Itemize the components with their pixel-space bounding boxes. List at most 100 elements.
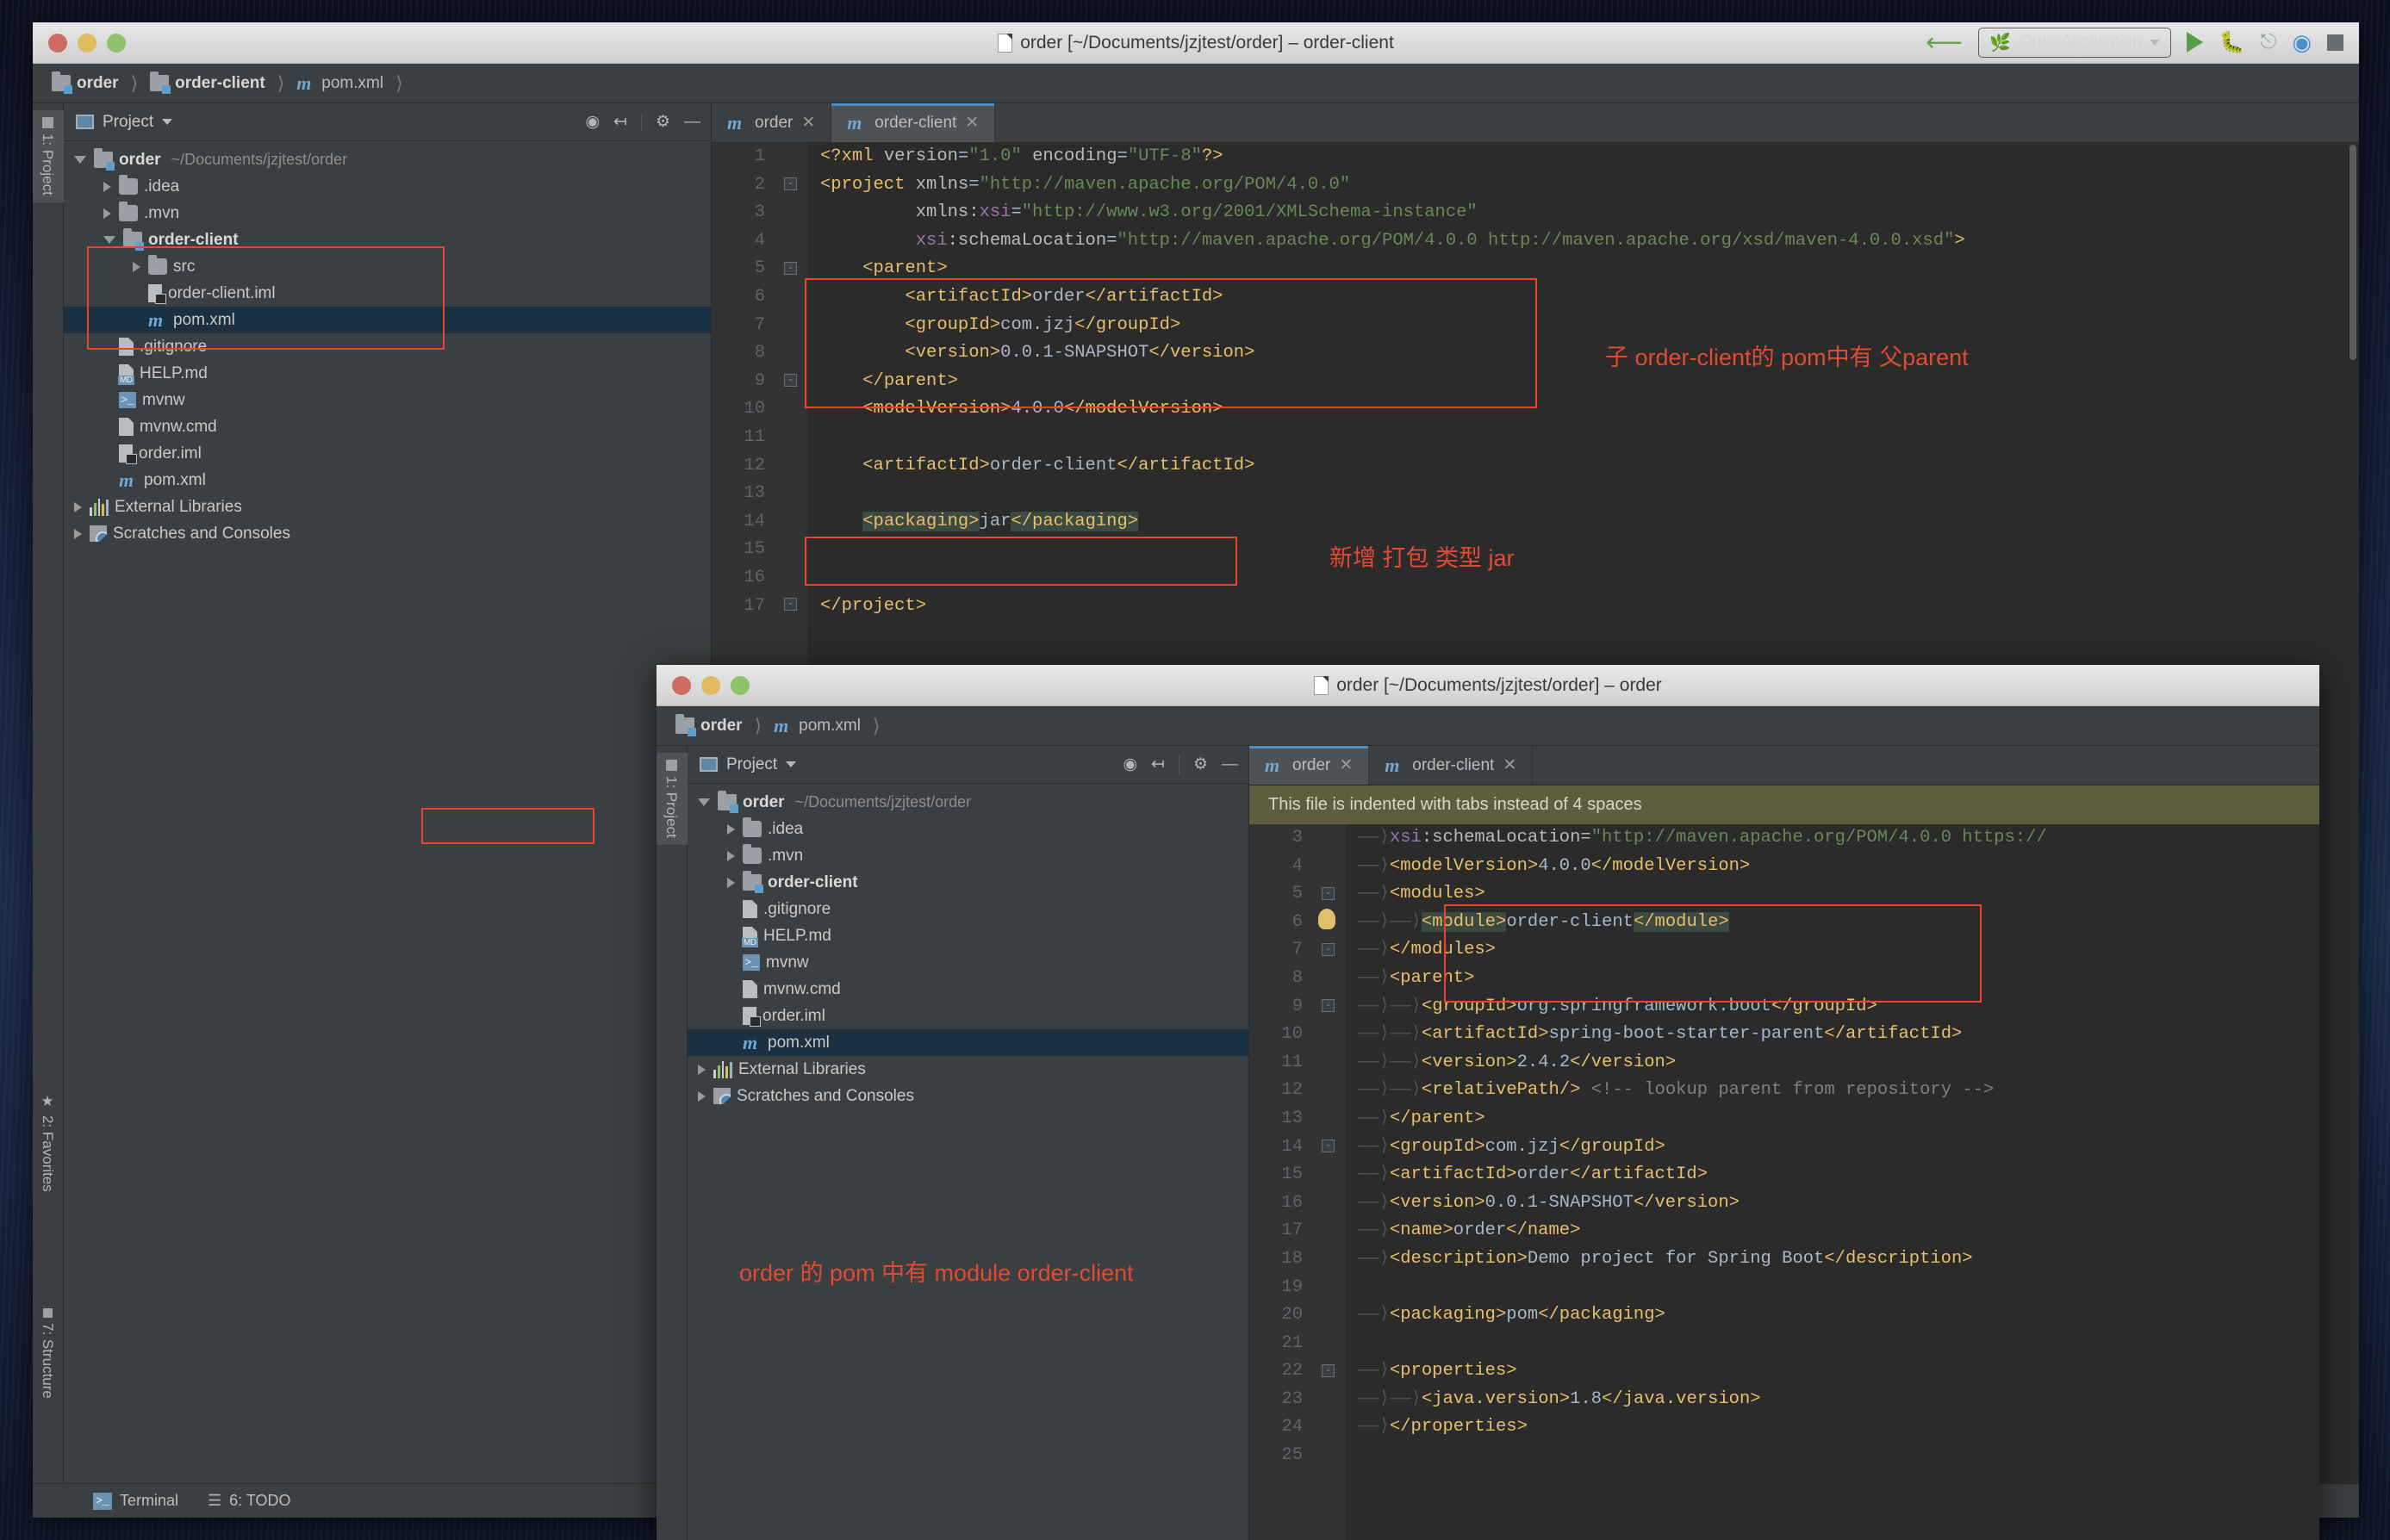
- project-pane-header[interactable]: Project ◉ ↤ ⚙ —: [688, 746, 1248, 784]
- ide-window-order[interactable]: order [~/Documents/jzjtest/order] – orde…: [657, 665, 2319, 1540]
- project-pane-bottom[interactable]: Project ◉ ↤ ⚙ — order ~/Documents/jzjtest…: [688, 746, 1249, 1540]
- run-button[interactable]: [2187, 32, 2204, 53]
- code-line[interactable]: ——⟩<parent>: [1358, 965, 2319, 993]
- editor-tab-order[interactable]: m order ✕: [712, 103, 832, 142]
- breadcrumb-item-pom[interactable]: m pom.xml: [770, 715, 864, 737]
- code-line[interactable]: ——⟩——⟩<relativePath/> <!-- lookup parent…: [1358, 1077, 2319, 1105]
- sidebar-tab-structure[interactable]: 7: Structure: [33, 1301, 64, 1406]
- run-configuration-selector[interactable]: 🌿 OrderApplication: [1978, 27, 2172, 58]
- debug-bug-icon[interactable]: 🐛: [2219, 30, 2244, 55]
- breadcrumb-top[interactable]: order ⟩ order-client ⟩ m pom.xml ⟩ ⟶ 🌿 O…: [33, 27, 2359, 103]
- code-line[interactable]: ——⟩<name>order</name>: [1358, 1217, 2319, 1245]
- hide-panel-icon[interactable]: —: [1222, 756, 1238, 773]
- fold-marker[interactable]: -: [784, 598, 797, 611]
- breadcrumb-item-order[interactable]: order: [672, 714, 746, 737]
- tree-node-pom-xml[interactable]: m pom.xml: [64, 467, 711, 494]
- expand-triangle-icon[interactable]: [698, 798, 710, 806]
- titlebar-bottom[interactable]: order [~/Documents/jzjtest/order] – orde…: [657, 665, 2319, 706]
- project-tree-bottom[interactable]: order ~/Documents/jzjtest/order .idea .mvn o…: [688, 784, 1248, 1540]
- tree-node-pom-xml[interactable]: m pom.xml: [64, 307, 711, 333]
- code-line[interactable]: ——⟩——⟩<java.version>1.8</java.version>: [1358, 1386, 2319, 1414]
- expand-triangle-icon[interactable]: [727, 850, 735, 861]
- tree-node-help-md[interactable]: HELP.md: [64, 360, 711, 387]
- code-line[interactable]: <artifactId>order</artifactId>: [820, 283, 2359, 312]
- code-line[interactable]: xmlns:xsi="http://www.w3.org/2001/XMLSch…: [820, 199, 2359, 227]
- tree-node-scratches-and-consoles[interactable]: Scratches and Consoles: [688, 1083, 1248, 1109]
- status-terminal[interactable]: >_ Terminal: [93, 1492, 178, 1510]
- expand-triangle-icon[interactable]: [727, 823, 735, 835]
- tree-node--gitignore[interactable]: .gitignore: [64, 333, 711, 360]
- main-toolbar[interactable]: ⟶ 🌿 OrderApplication 🐛 ⎋ ◉: [1926, 22, 2343, 62]
- project-tree-top[interactable]: order ~/Documents/jzjtest/order .idea .mvn o…: [64, 141, 711, 1483]
- tree-node-scratches-and-consoles[interactable]: Scratches and Consoles: [64, 520, 711, 547]
- code-line[interactable]: <packaging>jar</packaging>: [820, 508, 2359, 537]
- fold-marker[interactable]: -: [1322, 1139, 1335, 1152]
- editor-scrollbar-top[interactable]: [2347, 143, 2359, 1483]
- tree-node-mvnw[interactable]: >_ mvnw: [64, 387, 711, 413]
- tree-node-src[interactable]: src: [64, 253, 711, 280]
- fold-marker[interactable]: -: [784, 177, 797, 190]
- tree-node-external-libraries[interactable]: External Libraries: [688, 1056, 1248, 1083]
- fold-marker[interactable]: -: [1322, 1364, 1335, 1377]
- expand-triangle-icon[interactable]: [74, 501, 82, 512]
- tree-node-root[interactable]: order ~/Documents/jzjtest/order: [688, 789, 1248, 816]
- code-line[interactable]: ——⟩——⟩<artifactId>spring-boot-starter-pa…: [1358, 1021, 2319, 1049]
- editor-tabbar-bottom[interactable]: m order ✕ m order-client ✕: [1249, 746, 2319, 786]
- breadcrumb-item-order[interactable]: order: [48, 71, 122, 95]
- code-line[interactable]: </project>: [820, 593, 2359, 621]
- code-line[interactable]: xsi:schemaLocation="http://maven.apache.…: [820, 227, 2359, 256]
- code-line[interactable]: <parent>: [820, 255, 2359, 283]
- fold-marker[interactable]: -: [1322, 887, 1335, 900]
- code-line[interactable]: ——⟩<modelVersion>4.0.0</modelVersion>: [1358, 853, 2319, 881]
- expand-triangle-icon[interactable]: [74, 528, 82, 539]
- code-line[interactable]: ——⟩<properties>: [1358, 1357, 2319, 1386]
- code-line[interactable]: ——⟩<version>0.0.1-SNAPSHOT</version>: [1358, 1189, 2319, 1218]
- intention-lightbulb-icon[interactable]: [1318, 909, 1335, 929]
- locate-target-icon[interactable]: ◉: [585, 114, 600, 130]
- expand-triangle-icon[interactable]: [103, 181, 111, 192]
- tree-node-order-iml[interactable]: order.iml: [688, 1003, 1248, 1029]
- tree-node-mvnw-cmd[interactable]: mvnw.cmd: [64, 413, 711, 440]
- editor-tab-order[interactable]: m order ✕: [1249, 746, 1370, 785]
- status-todo[interactable]: ☰ 6: TODO: [208, 1492, 291, 1510]
- tree-node-order-client[interactable]: order-client: [688, 869, 1248, 896]
- code-folding-gutter[interactable]: - - - - -: [1311, 824, 1346, 1540]
- code-line[interactable]: <artifactId>order-client</artifactId>: [820, 452, 2359, 481]
- code-line[interactable]: [820, 536, 2359, 564]
- collapse-all-icon[interactable]: ↤: [613, 114, 627, 130]
- hide-panel-icon[interactable]: —: [684, 114, 700, 130]
- code-line[interactable]: ——⟩xsi:schemaLocation="http://maven.apac…: [1358, 824, 2319, 853]
- fold-marker[interactable]: -: [1322, 999, 1335, 1012]
- collapse-all-icon[interactable]: ↤: [1151, 756, 1165, 773]
- left-tool-strip-bottom[interactable]: 1: Project: [657, 746, 688, 1540]
- code-line[interactable]: [1358, 1442, 2319, 1470]
- gear-icon[interactable]: ⚙: [656, 114, 670, 130]
- tree-node-order-client[interactable]: order-client: [64, 227, 711, 253]
- expand-triangle-icon[interactable]: [727, 877, 735, 888]
- fold-marker[interactable]: -: [1322, 943, 1335, 956]
- close-icon[interactable]: ✕: [1339, 755, 1353, 775]
- code-line[interactable]: [1358, 1274, 2319, 1302]
- expand-triangle-icon[interactable]: [133, 261, 140, 272]
- tree-node-external-libraries[interactable]: External Libraries: [64, 494, 711, 520]
- tree-node--gitignore[interactable]: .gitignore: [688, 896, 1248, 922]
- breadcrumb-item-pom[interactable]: m pom.xml: [293, 72, 387, 95]
- code-line[interactable]: <?xml version="1.0" encoding="UTF-8"?>: [820, 143, 2359, 171]
- stop-button[interactable]: [2327, 34, 2343, 51]
- code-line[interactable]: <project xmlns="http://maven.apache.org/…: [820, 171, 2359, 200]
- code-text-bottom[interactable]: ——⟩xsi:schemaLocation="http://maven.apac…: [1346, 824, 2319, 1540]
- collapse-triangle-icon[interactable]: [103, 236, 115, 244]
- code-line[interactable]: ——⟩——⟩<groupId>org.springframework.boot<…: [1358, 993, 2319, 1021]
- build-hammer-icon[interactable]: ⟶: [1926, 28, 1963, 58]
- left-tool-strip-top[interactable]: 1: Project ★ 2: Favorites 7: Structure: [33, 103, 64, 1483]
- close-icon[interactable]: ✕: [801, 113, 815, 133]
- code-line[interactable]: ——⟩</properties>: [1358, 1413, 2319, 1442]
- close-icon[interactable]: ✕: [1503, 755, 1516, 775]
- gear-icon[interactable]: ⚙: [1193, 756, 1208, 773]
- code-line[interactable]: [820, 564, 2359, 593]
- editor-notification-bar[interactable]: This file is indented with tabs instead …: [1249, 786, 2319, 824]
- tree-node-pom-xml[interactable]: m pom.xml: [688, 1029, 1248, 1056]
- tree-node-mvnw[interactable]: >_ mvnw: [688, 949, 1248, 976]
- code-editor-bottom[interactable]: 3 4 5 6 7 8 9 10 11 12 13 14 15 16 17 18 19 20 21 22 23 24 25 …: [1249, 824, 2319, 1540]
- editor-tab-order-client[interactable]: m order-client ✕: [1369, 746, 1534, 785]
